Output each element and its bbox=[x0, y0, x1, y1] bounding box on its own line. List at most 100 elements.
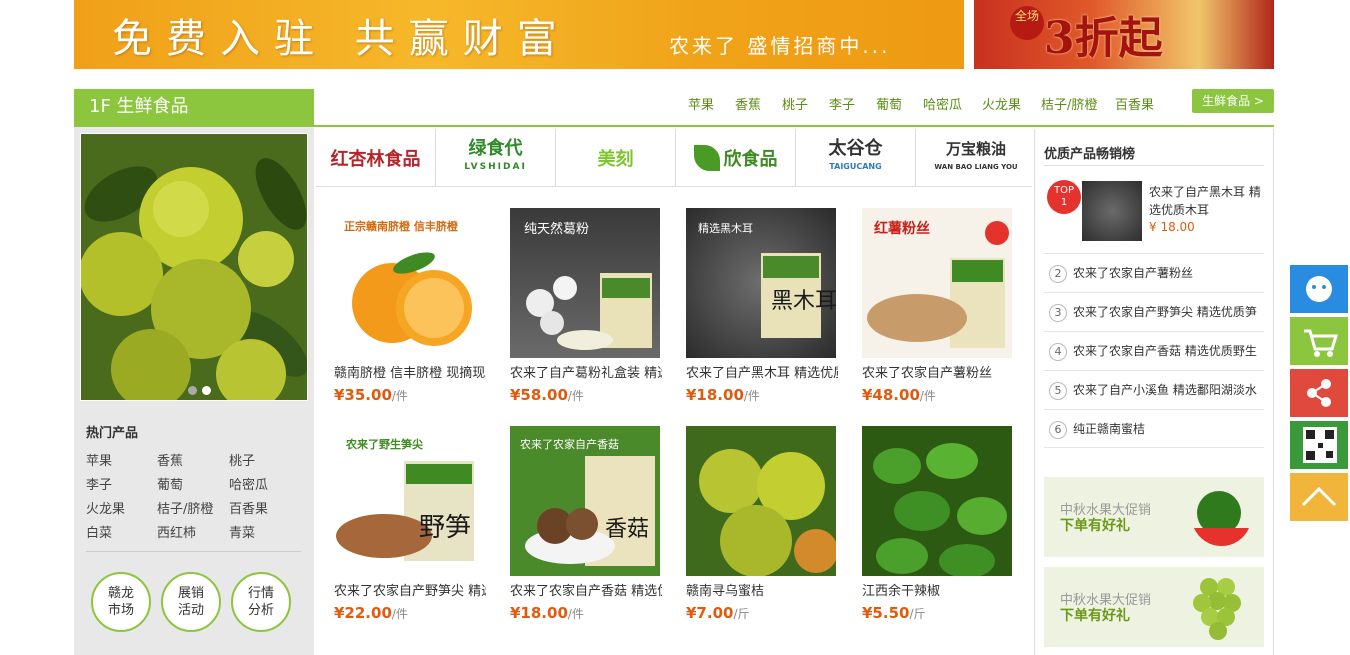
product-card[interactable]: 香菇 农来了农家自产香菇 农来了农家自产香菇 精选优 ¥18.00/件 bbox=[510, 426, 670, 622]
hot-link[interactable]: 百香果 bbox=[229, 498, 268, 517]
product-card[interactable]: 纯天然葛粉 农来了自产葛粉礼盒装 精选 ¥58.00/件 bbox=[510, 208, 670, 404]
product-unit: /件 bbox=[919, 389, 936, 403]
promo-subtitle: 下单有好礼 bbox=[1060, 608, 1130, 624]
back-to-top-button[interactable] bbox=[1290, 473, 1348, 521]
product-name[interactable]: 江西余干辣椒 bbox=[862, 580, 1014, 599]
floor-link[interactable]: 火龙果 bbox=[982, 94, 1021, 113]
floor-link[interactable]: 哈密瓜 bbox=[923, 94, 962, 113]
brand-logo[interactable]: 美刻 bbox=[556, 129, 676, 187]
floor-link[interactable]: 香蕉 bbox=[735, 94, 761, 113]
product-image[interactable]: 野笋 农来了野生笋尖 bbox=[334, 426, 484, 576]
product-price: ¥58.00 bbox=[510, 386, 568, 404]
hot-link[interactable]: 葡萄 bbox=[157, 474, 183, 493]
product-name[interactable]: 赣南脐橙 信丰脐橙 现摘现发 bbox=[334, 362, 486, 381]
hero-carousel-image[interactable] bbox=[80, 133, 308, 401]
ranking-item[interactable]: 6 纯正赣南蜜桔 bbox=[1044, 409, 1264, 448]
ranking-item[interactable]: 5 农来了自产小溪鱼 精选鄱阳湖淡水 bbox=[1044, 370, 1264, 409]
promo-banner[interactable]: 全场 3折起 bbox=[974, 0, 1274, 69]
product-image-caption: 纯天然葛粉 bbox=[524, 222, 590, 237]
product-name[interactable]: 农来了自产黑木耳 精选优质 bbox=[686, 362, 838, 381]
brand-logo[interactable]: 绿食代 LVSHIDAI bbox=[436, 129, 556, 187]
product-price: ¥18.00 bbox=[686, 386, 744, 404]
product-card[interactable]: 黑木耳 精选黑木耳 农来了自产黑木耳 精选优质 ¥18.00/件 bbox=[686, 208, 846, 404]
rank-number: 2 bbox=[1049, 265, 1067, 283]
product-image[interactable] bbox=[686, 426, 836, 576]
hot-link[interactable]: 桔子/脐橙 bbox=[157, 498, 213, 517]
product-unit: /斤 bbox=[909, 607, 926, 621]
floor-link[interactable]: 桃子 bbox=[782, 94, 808, 113]
floor-link[interactable]: 百香果 bbox=[1115, 94, 1154, 113]
hot-link[interactable]: 哈密瓜 bbox=[229, 474, 268, 493]
promo-banner-text: 3折起 bbox=[1044, 13, 1163, 64]
promo-ad[interactable]: 中秋水果大促销 下单有好礼 bbox=[1044, 567, 1264, 647]
ranking-title: 优质产品畅销榜 bbox=[1044, 147, 1136, 162]
product-name[interactable]: 农来了农家自产野笋尖 精选 bbox=[334, 580, 486, 599]
watermelon-icon bbox=[1194, 491, 1249, 547]
promo-ad[interactable]: 中秋水果大促销 下单有好礼 bbox=[1044, 477, 1264, 557]
product-card[interactable]: 野笋 农来了野生笋尖 农来了农家自产野笋尖 精选 ¥22.00/件 bbox=[334, 426, 494, 622]
floor-link[interactable]: 苹果 bbox=[688, 94, 714, 113]
product-name[interactable]: 农来了自产葛粉礼盒装 精选 bbox=[510, 362, 662, 381]
brand-logo[interactable]: 红杏林食品 bbox=[316, 129, 436, 187]
product-image[interactable]: 红薯粉丝 bbox=[862, 208, 1012, 358]
product-name[interactable]: 赣南寻乌蜜桔 bbox=[686, 580, 838, 599]
floor-header: 1F 生鲜食品 苹果 香蕉 桃子 李子 葡萄 哈密瓜 火龙果 桔子/脐橙 百香果… bbox=[74, 89, 1274, 127]
rank-number: 5 bbox=[1049, 382, 1067, 400]
floor-more-button[interactable]: 生鲜食品 > bbox=[1192, 89, 1274, 113]
promo-badge: 全场 bbox=[1010, 6, 1044, 40]
product-name[interactable]: 农来了农家自产香菇 精选优 bbox=[510, 580, 662, 599]
market-analysis-circle-button[interactable]: 行情 分析 bbox=[231, 572, 291, 632]
hot-link[interactable]: 桃子 bbox=[229, 450, 255, 469]
floor-link[interactable]: 葡萄 bbox=[876, 94, 902, 113]
bestseller-ranking: 优质产品畅销榜 TOP 1 农来了自产黑木耳 精选优质木耳 ¥ 18.00 2 农来… bbox=[1034, 129, 1274, 655]
citrus-illustration bbox=[81, 134, 307, 400]
hot-link[interactable]: 白菜 bbox=[86, 522, 112, 541]
ranking-item[interactable]: 2 农来了农家自产薯粉丝 bbox=[1044, 253, 1264, 292]
hot-link[interactable]: 香蕉 bbox=[157, 450, 183, 469]
hot-link[interactable]: 西红柿 bbox=[157, 522, 196, 541]
rank-number: 6 bbox=[1049, 421, 1067, 439]
product-card[interactable]: 正宗赣南脐橙 信丰脐橙 赣南脐橙 信丰脐橙 现摘现发 ¥35.00/件 bbox=[334, 208, 494, 404]
top-product-image[interactable] bbox=[1082, 181, 1142, 241]
circle-label: 市场 bbox=[107, 603, 134, 618]
exhibition-circle-button[interactable]: 展销 活动 bbox=[161, 572, 221, 632]
top-badge-rank: 1 bbox=[1060, 197, 1068, 208]
product-name[interactable]: 农来了农家自产薯粉丝 bbox=[862, 362, 1014, 381]
grapes-icon bbox=[1193, 578, 1241, 640]
share-button[interactable] bbox=[1290, 369, 1348, 417]
ranking-item[interactable]: 4 农来了农家自产香菇 精选优质野生 bbox=[1044, 331, 1264, 370]
merchant-banner[interactable]: 免费入驻 共赢财富 农来了 盛情招商中... bbox=[74, 0, 964, 69]
product-image[interactable]: 正宗赣南脐橙 信丰脐橙 bbox=[334, 208, 484, 358]
brand-logo[interactable]: 万宝粮油 WAN BAO LIANG YOU bbox=[916, 129, 1036, 187]
product-image[interactable]: 黑木耳 精选黑木耳 bbox=[686, 208, 836, 358]
ranking-item[interactable]: 3 农来了农家自产野笋尖 精选优质笋 bbox=[1044, 292, 1264, 331]
hot-link[interactable]: 火龙果 bbox=[86, 498, 125, 517]
rank-item-name: 农来了自产小溪鱼 精选鄱阳湖淡水 bbox=[1073, 383, 1257, 397]
product-unit: /件 bbox=[743, 389, 760, 403]
product-card[interactable]: 红薯粉丝 农来了农家自产薯粉丝 ¥48.00/件 bbox=[862, 208, 1022, 404]
product-image[interactable]: 香菇 农来了农家自产香菇 bbox=[510, 426, 660, 576]
qr-code-button[interactable] bbox=[1290, 421, 1348, 469]
hot-link[interactable]: 苹果 bbox=[86, 450, 112, 469]
product-card[interactable]: 赣南寻乌蜜桔 ¥7.00/斤 bbox=[686, 426, 846, 622]
brand-logo[interactable]: 欣食品 bbox=[676, 129, 796, 187]
product-unit: /件 bbox=[391, 607, 408, 621]
hot-link[interactable]: 青菜 bbox=[229, 522, 255, 541]
brand-name: 万宝粮油 bbox=[945, 140, 1006, 158]
carousel-dot[interactable] bbox=[188, 386, 197, 395]
product-image[interactable]: 纯天然葛粉 bbox=[510, 208, 660, 358]
customer-service-button[interactable] bbox=[1290, 265, 1348, 313]
product-image-caption: 精选黑木耳 bbox=[698, 222, 753, 235]
product-image-caption: 农来了野生笋尖 bbox=[346, 438, 423, 451]
brand-logo[interactable]: 太谷仓 TAIGUCANG bbox=[796, 129, 916, 187]
carousel-dot-active[interactable] bbox=[202, 386, 211, 395]
product-card[interactable]: 江西余干辣椒 ¥5.50/斤 bbox=[862, 426, 1022, 622]
hot-link[interactable]: 李子 bbox=[86, 474, 112, 493]
cart-button[interactable] bbox=[1290, 317, 1348, 365]
floor-link[interactable]: 李子 bbox=[829, 94, 855, 113]
top-product-name[interactable]: 农来了自产黑木耳 精选优质木耳 bbox=[1149, 183, 1267, 219]
product-image[interactable] bbox=[862, 426, 1012, 576]
market-circle-button[interactable]: 赣龙 市场 bbox=[91, 572, 151, 632]
product-unit: /件 bbox=[567, 607, 584, 621]
floor-link[interactable]: 桔子/脐橙 bbox=[1041, 94, 1097, 113]
